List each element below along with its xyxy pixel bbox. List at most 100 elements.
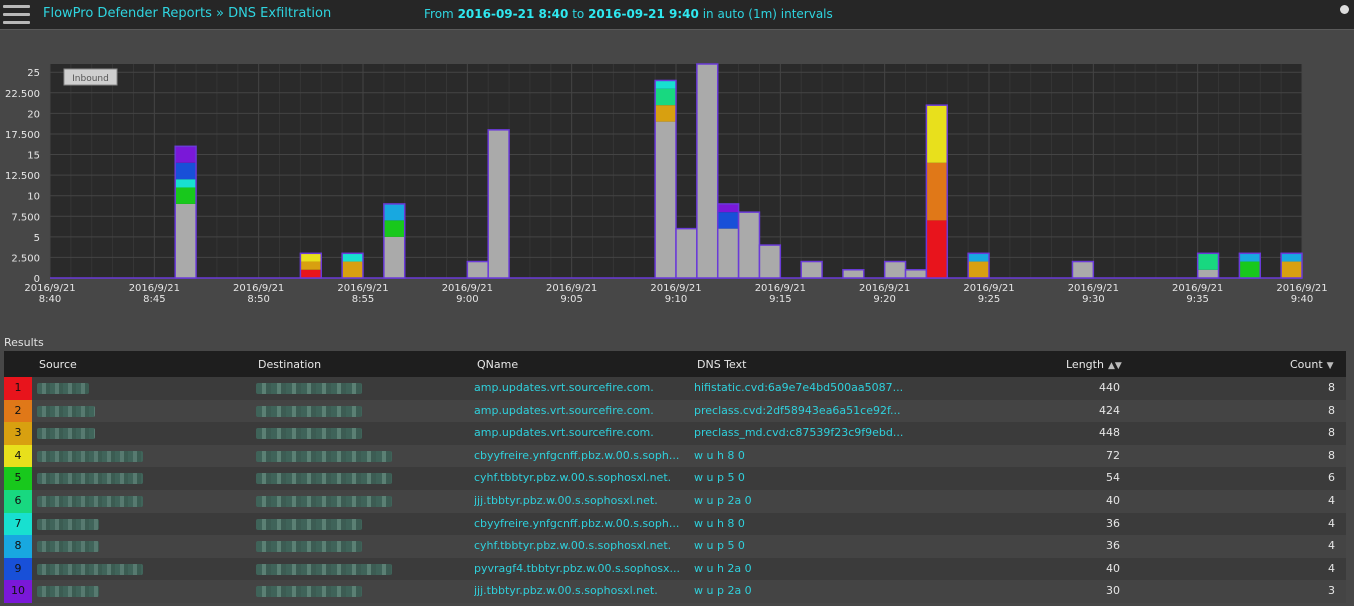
count-cell: 4 (1328, 539, 1335, 553)
count-cell: 3 (1328, 584, 1335, 598)
length-cell: 72 (1106, 448, 1120, 462)
destination-redacted (256, 541, 362, 553)
source-redacted (37, 473, 143, 485)
dns-text-cell[interactable]: w u h 8 0 (694, 517, 924, 530)
table-row[interactable]: 10 jjj.tbbtyr.pbz.w.00.s.sophosxl.net. w u… (4, 580, 1346, 603)
col-destination[interactable]: Destination (258, 358, 321, 371)
dns-text-cell[interactable]: preclass_md.cvd:c87539f23c9f9ebd... (694, 426, 924, 439)
source-redacted (37, 541, 99, 553)
qname-cell[interactable]: cyhf.tbbtyr.pbz.w.00.s.sophosxl.net. (474, 539, 689, 552)
qname-cell[interactable]: amp.updates.vrt.sourcefire.com. (474, 426, 689, 439)
col-qname[interactable]: QName (477, 358, 518, 371)
row-index: 2 (4, 399, 32, 423)
qname-cell[interactable]: amp.updates.vrt.sourcefire.com. (474, 404, 689, 417)
dns-text-cell[interactable]: w u p 5 0 (694, 539, 924, 552)
y-tick-label: 15 (27, 151, 40, 162)
bar-segment (884, 261, 906, 278)
table-row[interactable]: 9 pyvragf4.tbbtyr.pbz.w.00.s.sophosx... w … (4, 557, 1346, 581)
col-dns-text[interactable]: DNS Text (697, 358, 746, 371)
bar-segment (968, 253, 989, 262)
qname-cell[interactable]: amp.updates.vrt.sourcefire.com. (474, 381, 689, 394)
length-cell: 440 (1099, 381, 1120, 394)
length-cell: 448 (1099, 426, 1120, 440)
bar-segment (842, 269, 864, 278)
source-redacted (37, 428, 95, 440)
x-tick-time: 9:25 (978, 294, 1000, 305)
x-tick-time: 9:40 (1291, 294, 1313, 305)
sort-both-icon: ▲▼ (1107, 361, 1122, 371)
bar-segment (655, 105, 676, 122)
length-cell: 36 (1106, 516, 1120, 530)
x-tick-date: 2016/9/21 (650, 283, 701, 294)
qname-cell[interactable]: jjj.tbbtyr.pbz.w.00.s.sophosxl.net. (474, 584, 689, 597)
bar-segment (1197, 269, 1219, 278)
status-dot-icon[interactable] (1340, 5, 1349, 14)
row-index: 1 (4, 377, 32, 400)
bar-segment (926, 162, 948, 221)
time-range[interactable]: From 2016-09-21 8:40 to 2016-09-21 9:40 … (424, 7, 833, 21)
source-redacted (37, 405, 95, 417)
row-index: 8 (4, 535, 32, 558)
count-cell: 8 (1328, 426, 1335, 440)
table-row[interactable]: 6 jjj.tbbtyr.pbz.w.00.s.sophosxl.net. w u … (4, 489, 1346, 513)
bar-segment (738, 212, 760, 278)
dns-text-cell[interactable]: w u h 2a 0 (694, 562, 924, 575)
destination-redacted (256, 518, 362, 530)
bar-segment (926, 105, 948, 163)
dns-text-cell[interactable]: hifistatic.cvd:6a9e7e4bd500aa5087... (694, 381, 924, 394)
y-tick-label: 7.500 (11, 212, 40, 223)
bar-segment (175, 187, 197, 204)
bar-segment (717, 228, 739, 278)
col-source[interactable]: Source (39, 358, 77, 371)
destination-redacted (256, 428, 362, 440)
table-body: 1 amp.updates.vrt.sourcefire.com. hifistat… (4, 377, 1346, 603)
table-row[interactable]: 8 cyhf.tbbtyr.pbz.w.00.s.sophosxl.net. w u… (4, 535, 1346, 558)
table-row[interactable]: 3 amp.updates.vrt.sourcefire.com. preclass… (4, 422, 1346, 445)
qname-cell[interactable]: cbyyfreire.ynfgcnff.pbz.w.00.s.soph... (474, 449, 689, 462)
table-row[interactable]: 5 cyhf.tbbtyr.pbz.w.00.s.sophosxl.net. w u… (4, 467, 1346, 490)
x-tick-time: 9:35 (1186, 294, 1208, 305)
bar-segment (676, 228, 697, 278)
x-tick-time: 8:55 (352, 294, 374, 305)
y-tick-label: 22.500 (5, 89, 40, 100)
y-tick-label: 5 (34, 233, 40, 244)
qname-cell[interactable]: jjj.tbbtyr.pbz.w.00.s.sophosxl.net. (474, 494, 689, 507)
x-tick-date: 2016/9/21 (546, 283, 597, 294)
bar-segment (383, 203, 405, 221)
dns-text-cell[interactable]: w u h 8 0 (694, 449, 924, 462)
length-cell: 40 (1106, 493, 1120, 507)
bar-segment (696, 64, 718, 278)
from-value: 2016-09-21 8:40 (457, 7, 569, 21)
menu-icon[interactable] (3, 4, 30, 26)
x-tick-time: 9:30 (1082, 294, 1104, 305)
table-row[interactable]: 7 cbyyfreire.ynfgcnff.pbz.w.00.s.soph... w… (4, 512, 1346, 536)
bar-segment (300, 253, 322, 262)
qname-cell[interactable]: cbyyfreire.ynfgcnff.pbz.w.00.s.soph... (474, 517, 689, 530)
dns-text-cell[interactable]: w u p 2a 0 (694, 584, 924, 597)
qname-cell[interactable]: cyhf.tbbtyr.pbz.w.00.s.sophosxl.net. (474, 471, 689, 484)
bar-segment (1239, 253, 1261, 262)
breadcrumb[interactable]: FlowPro Defender Reports » DNS Exfiltrat… (43, 6, 331, 21)
to-value: 2016-09-21 9:40 (588, 7, 699, 21)
col-length-wrap[interactable]: Length ▲▼ (1066, 358, 1122, 371)
x-tick-date: 2016/9/21 (1172, 283, 1223, 294)
row-index: 5 (4, 467, 32, 490)
dns-text-cell[interactable]: preclass.cvd:2df58943ea6a51ce92f... (694, 404, 924, 417)
table-row[interactable]: 1 amp.updates.vrt.sourcefire.com. hifistat… (4, 377, 1346, 400)
count-cell: 4 (1328, 493, 1335, 507)
bar-segment (655, 88, 676, 106)
from-label: From (424, 7, 454, 21)
y-tick-label: 12.500 (5, 171, 40, 182)
destination-redacted (256, 473, 392, 485)
x-tick-date: 2016/9/21 (129, 283, 180, 294)
dns-text-cell[interactable]: w u p 5 0 (694, 471, 924, 484)
qname-cell[interactable]: pyvragf4.tbbtyr.pbz.w.00.s.sophosx... (474, 562, 689, 575)
dns-text-cell[interactable]: w u p 2a 0 (694, 494, 924, 507)
bar-segment (968, 261, 989, 278)
x-tick-time: 9:20 (873, 294, 895, 305)
table-row[interactable]: 2 amp.updates.vrt.sourcefire.com. preclass… (4, 399, 1346, 423)
table-row[interactable]: 4 cbyyfreire.ynfgcnff.pbz.w.00.s.soph... w… (4, 444, 1346, 468)
sort-desc-icon: ▼ (1326, 361, 1334, 371)
bar-segment (1197, 253, 1219, 270)
col-count-wrap[interactable]: Count ▼ (1290, 358, 1334, 371)
